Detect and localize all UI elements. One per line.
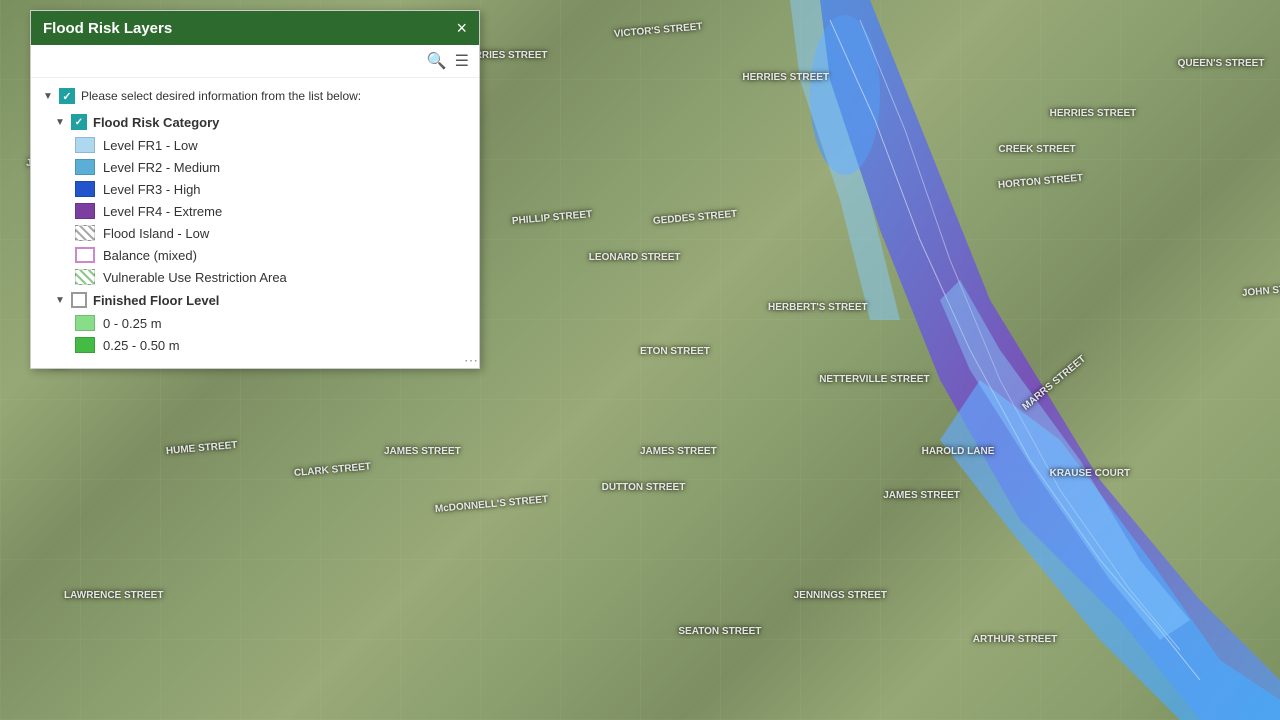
finished-floor-legend-items: 0 - 0.25 m 0.25 - 0.50 m <box>39 312 471 356</box>
label-balance: Balance (mixed) <box>103 248 197 263</box>
section-flood-risk-title: Flood Risk Category <box>93 115 219 130</box>
panel-title: Flood Risk Layers <box>43 20 172 37</box>
legend-ffl2: 0.25 - 0.50 m <box>71 334 471 356</box>
section-finished-floor-header: ▼ Finished Floor Level <box>39 288 471 312</box>
section-flood-risk: ▼ Flood Risk Category Level FR1 - Low Le… <box>39 110 471 288</box>
panel-header: Flood Risk Layers × <box>31 11 479 45</box>
section-flood-risk-header: ▼ Flood Risk Category <box>39 110 471 134</box>
search-icon[interactable]: 🔍 <box>427 51 447 71</box>
legend-flood-island: Flood Island - Low <box>71 222 471 244</box>
swatch-ffl2 <box>75 337 95 353</box>
legend-balance: Balance (mixed) <box>71 244 471 266</box>
legend-fr2: Level FR2 - Medium <box>71 156 471 178</box>
legend-fr1: Level FR1 - Low <box>71 134 471 156</box>
master-row: ▼ Please select desired information from… <box>39 82 471 110</box>
legend-ffl1: 0 - 0.25 m <box>71 312 471 334</box>
legend-fr4: Level FR4 - Extreme <box>71 200 471 222</box>
swatch-flood-island <box>75 225 95 241</box>
label-fr3: Level FR3 - High <box>103 182 201 197</box>
swatch-balance <box>75 247 95 263</box>
swatch-fr1 <box>75 137 95 153</box>
flood-risk-panel: Flood Risk Layers × 🔍 ☰ ▼ Please select … <box>30 10 480 369</box>
swatch-vulnerable <box>75 269 95 285</box>
master-toggle-arrow[interactable]: ▼ <box>43 91 53 102</box>
panel-content: ▼ Please select desired information from… <box>31 78 479 368</box>
filter-icon[interactable]: ☰ <box>455 51 469 71</box>
section-finished-floor-checkbox[interactable] <box>71 292 87 308</box>
flood-main-channel <box>820 0 1280 720</box>
legend-fr3: Level FR3 - High <box>71 178 471 200</box>
swatch-fr2 <box>75 159 95 175</box>
flood-risk-legend-items: Level FR1 - Low Level FR2 - Medium Level… <box>39 134 471 288</box>
section-flood-risk-checkbox[interactable] <box>71 114 87 130</box>
label-vulnerable: Vulnerable Use Restriction Area <box>103 270 287 285</box>
resize-handle[interactable]: ⋯ <box>463 352 479 368</box>
swatch-fr4 <box>75 203 95 219</box>
panel-toolbar: 🔍 ☰ <box>31 45 479 78</box>
section-finished-floor-title: Finished Floor Level <box>93 293 219 308</box>
label-fr4: Level FR4 - Extreme <box>103 204 222 219</box>
label-flood-island: Flood Island - Low <box>103 226 209 241</box>
label-fr1: Level FR1 - Low <box>103 138 198 153</box>
master-label: Please select desired information from t… <box>81 89 361 103</box>
section-finished-floor: ▼ Finished Floor Level 0 - 0.25 m 0.25 -… <box>39 288 471 356</box>
master-checkbox[interactable] <box>59 88 75 104</box>
swatch-ffl1 <box>75 315 95 331</box>
legend-vulnerable: Vulnerable Use Restriction Area <box>71 266 471 288</box>
section-finished-floor-arrow[interactable]: ▼ <box>55 295 65 306</box>
section-flood-risk-arrow[interactable]: ▼ <box>55 117 65 128</box>
label-ffl1: 0 - 0.25 m <box>103 316 162 331</box>
label-ffl2: 0.25 - 0.50 m <box>103 338 180 353</box>
swatch-fr3 <box>75 181 95 197</box>
close-button[interactable]: × <box>456 19 467 37</box>
label-fr2: Level FR2 - Medium <box>103 160 220 175</box>
